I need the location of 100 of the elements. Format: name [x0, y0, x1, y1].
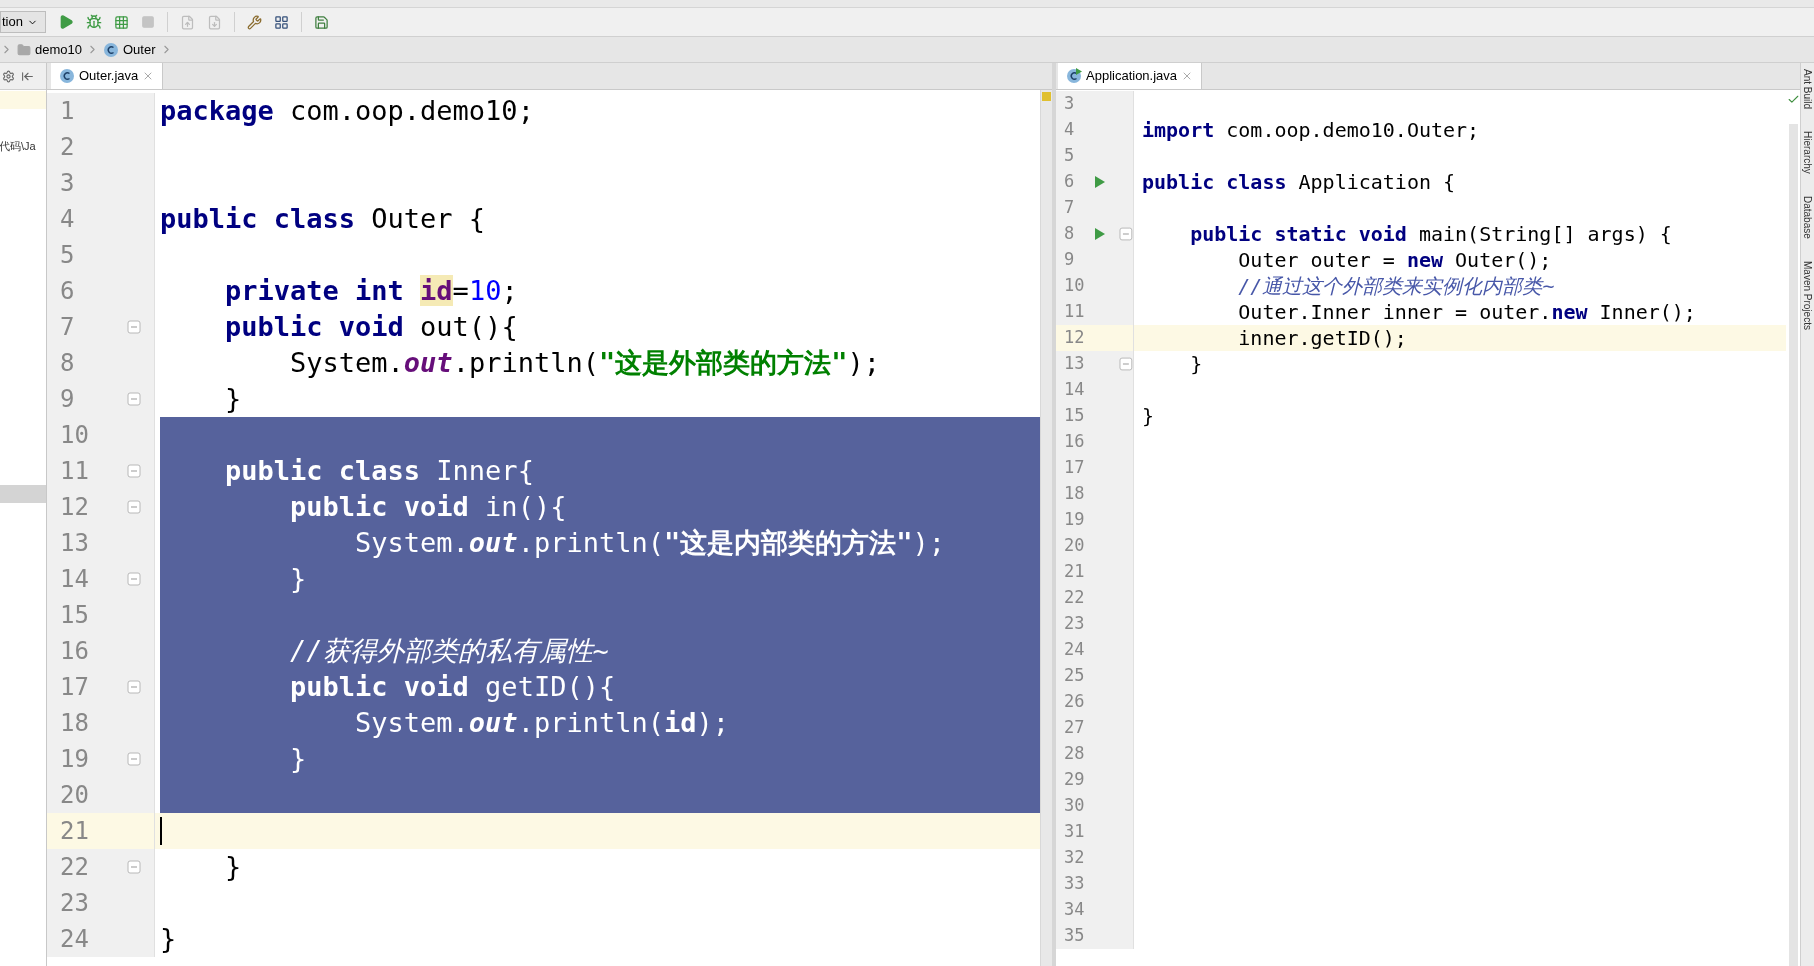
tool-window-button[interactable]: Hierarchy: [1801, 131, 1814, 174]
line-number: 19: [1064, 508, 1086, 532]
save-icon[interactable]: [314, 14, 329, 30]
run-config-dropdown[interactable]: tion: [0, 11, 46, 33]
class-icon: [59, 68, 75, 84]
code-line: }: [160, 921, 177, 956]
fold-icon[interactable]: [127, 500, 141, 514]
code-line: public class Application {: [1142, 169, 1456, 196]
code-line: inner.getID();: [1237, 325, 1407, 352]
tree-row-highlight[interactable]: [0, 484, 46, 503]
line-number: 14: [60, 564, 89, 595]
line-number: 12: [1064, 326, 1086, 350]
line-number: 17: [60, 672, 89, 703]
code-line: public class Outer {: [160, 201, 486, 236]
line-number: 23: [60, 888, 89, 919]
collapse-icon[interactable]: [21, 69, 34, 83]
line-number: 6: [60, 276, 75, 307]
fold-icon[interactable]: [127, 860, 141, 874]
fold-icon[interactable]: [127, 572, 141, 586]
line-number: 20: [60, 780, 89, 811]
code-line: Outer outer = new Outer();: [1237, 247, 1552, 274]
wrench-icon[interactable]: [247, 14, 262, 30]
line-number: 22: [60, 852, 89, 883]
settings-icon[interactable]: [2, 69, 15, 83]
code-line: System.out.println("这是外部类的方法");: [289, 345, 880, 380]
text-caret: [160, 817, 162, 845]
line-number: 3: [60, 168, 75, 199]
code-line: package com.oop.demo10;: [160, 93, 534, 128]
line-number: 20: [1064, 534, 1086, 558]
code-line: public class Inner{: [224, 453, 534, 488]
line-number: 2: [60, 132, 75, 163]
line-number: 9: [60, 384, 75, 415]
code-line: import com.oop.demo10.Outer;: [1142, 117, 1480, 144]
line-number: 25: [1064, 664, 1086, 688]
code-line: }: [289, 741, 307, 776]
code-line: //通过这个外部类来实例化内部类~: [1237, 273, 1555, 300]
code-line: System.out.println(id);: [354, 705, 729, 740]
line-number: 27: [1064, 716, 1086, 740]
line-number: 21: [1064, 560, 1086, 584]
code-line: Outer.Inner inner = outer.new Inner();: [1237, 299, 1696, 326]
line-number: 7: [1064, 196, 1076, 220]
grid-icon[interactable]: [274, 14, 289, 30]
bug-icon[interactable]: [86, 14, 102, 30]
fold-icon[interactable]: [127, 752, 141, 766]
file-icon[interactable]: [180, 14, 195, 30]
breadcrumb-item[interactable]: Outer: [103, 39, 173, 60]
line-number: 10: [60, 420, 89, 451]
line-number: 31: [1064, 820, 1086, 844]
editor-tab[interactable]: Outer.java: [51, 63, 164, 89]
fold-icon[interactable]: [127, 320, 141, 334]
line-number: 9: [1064, 248, 1076, 272]
tool-window-button[interactable]: Ant Build: [1801, 69, 1814, 110]
fold-icon[interactable]: [127, 680, 141, 694]
code-line: public static void main(String[] args) {: [1189, 221, 1672, 248]
editor-tab[interactable]: Application.java: [1058, 63, 1203, 89]
run-icon[interactable]: [1093, 227, 1106, 241]
line-number: 4: [60, 204, 75, 235]
code-line: private int id=10;: [224, 273, 518, 308]
code-line: System.out.println("这是内部类的方法");: [354, 525, 945, 560]
line-number: 4: [1064, 118, 1076, 142]
code-line: public void out(){: [224, 309, 518, 344]
code-line: public void in(){: [289, 489, 567, 524]
line-number: 8: [60, 348, 75, 379]
line-number: 16: [60, 636, 89, 667]
runnable-class-icon: [1066, 68, 1082, 84]
tree-row-highlight[interactable]: [0, 91, 46, 109]
line-number: 14: [1064, 378, 1086, 402]
stop-icon[interactable]: [141, 15, 155, 29]
coverage-icon[interactable]: [114, 14, 129, 30]
code-line: }: [224, 381, 242, 416]
tool-window-button[interactable]: Database: [1801, 195, 1814, 239]
line-number: 8: [1064, 222, 1076, 246]
line-number: 33: [1064, 872, 1086, 896]
line-number: 24: [60, 924, 89, 955]
code-line: }: [289, 561, 307, 596]
check-icon: [1786, 93, 1800, 106]
code-line: }: [1142, 403, 1155, 430]
code-line: }: [224, 849, 242, 884]
fold-icon[interactable]: [127, 392, 141, 406]
line-number: 10: [1064, 274, 1086, 298]
fold-icon[interactable]: [1119, 357, 1133, 371]
file-icon[interactable]: [207, 14, 222, 30]
line-number: 32: [1064, 846, 1086, 870]
run-icon[interactable]: [1094, 175, 1106, 189]
line-number: 3: [1064, 92, 1076, 116]
line-number: 15: [1064, 404, 1086, 428]
line-number: 21: [60, 816, 89, 847]
line-number: 6: [1064, 170, 1076, 194]
line-number: 15: [60, 600, 89, 631]
line-number: 5: [1064, 144, 1076, 168]
fold-icon[interactable]: [1119, 227, 1133, 241]
tool-window-button[interactable]: Maven Projects: [1801, 260, 1814, 330]
class-icon: [103, 41, 119, 58]
line-number: 35: [1064, 924, 1086, 948]
breadcrumb-item[interactable]: demo10: [17, 39, 99, 60]
play-icon[interactable]: [58, 14, 74, 30]
line-number: 7: [60, 312, 75, 343]
fold-icon[interactable]: [127, 464, 141, 478]
line-number: 17: [1064, 456, 1086, 480]
line-number: 30: [1064, 794, 1086, 818]
